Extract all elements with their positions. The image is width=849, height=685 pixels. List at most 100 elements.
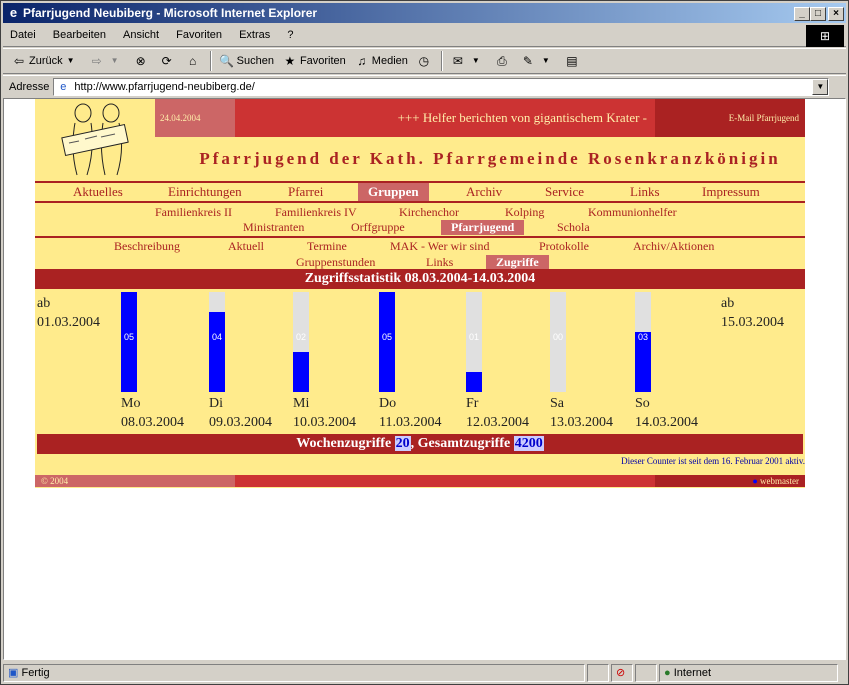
home-button[interactable]: ⌂ bbox=[181, 50, 207, 72]
menu-help[interactable]: ? bbox=[280, 25, 300, 41]
media-button[interactable]: ♫ Medien bbox=[350, 50, 412, 72]
day-date: 11.03.2004 bbox=[379, 415, 442, 430]
menu-favoriten[interactable]: Favoriten bbox=[169, 25, 229, 41]
document-icon: ▤ bbox=[566, 54, 578, 68]
address-input[interactable]: e http://www.pfarrjugend-neubiberg.de/ ▼ bbox=[53, 77, 830, 96]
nav-archiv[interactable]: Archiv bbox=[466, 183, 502, 201]
nav-familienkreis-ii[interactable]: Familienkreis II bbox=[155, 205, 232, 220]
nav-termine[interactable]: Termine bbox=[307, 239, 347, 254]
status-cell bbox=[635, 664, 657, 682]
copyright: © 2004 bbox=[35, 475, 235, 487]
menu-ansicht[interactable]: Ansicht bbox=[116, 25, 166, 41]
stats-title: Zugriffsstatistik 08.03.2004-14.03.2004 bbox=[35, 269, 805, 289]
bar-value-label: 05 bbox=[381, 332, 392, 342]
menu-bar: Datei Bearbeiten Ansicht Favoriten Extra… bbox=[3, 25, 846, 47]
page-viewport: 24.04.2004 +++ Helfer berichten von giga… bbox=[3, 98, 846, 660]
day-date: 08.03.2004 bbox=[121, 415, 184, 430]
nav-gruppenstunden[interactable]: Gruppenstunden bbox=[296, 255, 375, 270]
bar-fr: 01 bbox=[466, 292, 482, 392]
toolbar-separator bbox=[440, 51, 443, 71]
refresh-button[interactable]: ⟳ bbox=[155, 50, 181, 72]
day-date: 14.03.2004 bbox=[635, 415, 698, 430]
history-button[interactable]: ◷ bbox=[412, 50, 438, 72]
nav-einrichtungen[interactable]: Einrichtungen bbox=[168, 183, 242, 201]
logo-image bbox=[61, 103, 129, 176]
nav-ministranten[interactable]: Ministranten bbox=[243, 220, 304, 235]
forward-arrow-icon: ⇨ bbox=[91, 54, 102, 68]
nav-protokolle[interactable]: Protokolle bbox=[539, 239, 589, 254]
email-link[interactable]: E-Mail Pfarrjugend bbox=[655, 99, 805, 137]
day-date: 13.03.2004 bbox=[550, 415, 613, 430]
nav-links[interactable]: Links bbox=[630, 183, 660, 201]
day-label: Sa 13.03.2004 bbox=[550, 394, 613, 432]
weekday: Sa bbox=[550, 396, 564, 411]
nav-gruppen[interactable]: Gruppen bbox=[358, 183, 429, 201]
nav-aktuelles[interactable]: Aktuelles bbox=[73, 183, 123, 201]
minimize-button[interactable]: _ bbox=[794, 7, 810, 21]
toolbar: ⇦ Zurück ▼ ⇨ ▼ ⊗ ⟳ ⌂ 🔍 Suchen ★ Favoriten ♫ Me… bbox=[3, 48, 846, 74]
bar-fill bbox=[466, 372, 482, 392]
home-icon: ⌂ bbox=[189, 54, 197, 68]
mail-icon: ✉ bbox=[452, 54, 463, 68]
day-label: Do 11.03.2004 bbox=[379, 394, 441, 432]
favorites-button[interactable]: ★ Favoriten bbox=[278, 50, 350, 72]
window-title: Pfarrjugend Neubiberg - Microsoft Intern… bbox=[23, 6, 318, 20]
day-label: Di 09.03.2004 bbox=[209, 394, 272, 432]
forward-button[interactable]: ⇨ ▼ bbox=[85, 50, 129, 72]
nav-kolping[interactable]: Kolping bbox=[505, 205, 544, 220]
footer-bar bbox=[235, 475, 655, 487]
stop-button[interactable]: ⊗ bbox=[129, 50, 155, 72]
day-date: 09.03.2004 bbox=[209, 415, 272, 430]
news-ticker[interactable]: +++ Helfer berichten von gigantischem Kr… bbox=[235, 99, 655, 137]
mail-button[interactable]: ✉ ▼ bbox=[446, 50, 490, 72]
dropdown-icon: ▼ bbox=[471, 56, 480, 65]
nav-service[interactable]: Service bbox=[545, 183, 584, 201]
access-summary: Wochenzugriffe 20, Gesamtzugriffe 4200 bbox=[37, 434, 803, 454]
bar-di: 04 bbox=[209, 292, 225, 392]
address-dropdown-button[interactable]: ▼ bbox=[812, 78, 829, 95]
search-button[interactable]: 🔍 Suchen bbox=[215, 50, 278, 72]
main-navigation: Aktuelles Einrichtungen Pfarrei Gruppen … bbox=[35, 183, 805, 201]
dropdown-icon: ▼ bbox=[541, 56, 550, 65]
nav-orffgruppe[interactable]: Orffgruppe bbox=[351, 220, 405, 235]
nav-kommunionhelfer[interactable]: Kommunionhelfer bbox=[588, 205, 677, 220]
print-button[interactable]: ⎙ bbox=[490, 50, 516, 72]
weekday: Do bbox=[379, 396, 397, 411]
nav-zugriffe[interactable]: Zugriffe bbox=[486, 255, 549, 270]
menu-datei[interactable]: Datei bbox=[3, 25, 43, 41]
nav-pfarrjugend[interactable]: Pfarrjugend bbox=[441, 220, 525, 235]
bar-fill bbox=[121, 292, 137, 392]
nav-familienkreis-iv[interactable]: Familienkreis IV bbox=[275, 205, 357, 220]
back-button[interactable]: ⇦ Zurück ▼ bbox=[7, 50, 85, 72]
nav-pfarrei[interactable]: Pfarrei bbox=[288, 183, 323, 201]
site-title: Pfarrjugend der Kath. Pfarrgemeinde Rose… bbox=[199, 149, 781, 168]
nav-links-sub[interactable]: Links bbox=[426, 255, 453, 270]
close-button[interactable]: × bbox=[828, 7, 844, 21]
webmaster-link[interactable]: ● webmaster bbox=[655, 475, 805, 487]
refresh-icon: ⟳ bbox=[161, 54, 172, 68]
nav-beschreibung[interactable]: Beschreibung bbox=[114, 239, 180, 254]
menu-bearbeiten[interactable]: Bearbeiten bbox=[46, 25, 113, 41]
title-bar: e Pfarrjugend Neubiberg - Microsoft Inte… bbox=[3, 3, 846, 23]
weekday: Fr bbox=[466, 396, 479, 411]
nav-aktuell[interactable]: Aktuell bbox=[228, 239, 264, 254]
nav-archiv-aktionen[interactable]: Archiv/Aktionen bbox=[633, 239, 714, 254]
discuss-button[interactable]: ▤ bbox=[560, 50, 586, 72]
current-date: 24.04.2004 bbox=[155, 99, 235, 137]
nav-mak[interactable]: MAK - Wer wir sind bbox=[390, 239, 489, 254]
divider bbox=[35, 236, 805, 238]
windows-logo-icon: ⊞ bbox=[806, 25, 844, 47]
print-icon: ⎙ bbox=[497, 54, 507, 68]
nav-kirchenchor[interactable]: Kirchenchor bbox=[399, 205, 459, 220]
nav-schola[interactable]: Schola bbox=[557, 220, 590, 235]
maximize-button[interactable]: □ bbox=[810, 7, 826, 21]
menu-extras[interactable]: Extras bbox=[232, 25, 277, 41]
divider bbox=[35, 201, 805, 203]
stop-icon: ⊗ bbox=[135, 54, 146, 68]
favorites-icon: ★ bbox=[284, 54, 296, 68]
start-label: ab 01.03.2004 bbox=[37, 296, 100, 330]
counter-note: Dieser Counter ist seit dem 16. Februar … bbox=[621, 456, 805, 466]
edit-button[interactable]: ✎ ▼ bbox=[516, 50, 560, 72]
nav-impressum[interactable]: Impressum bbox=[702, 183, 760, 201]
status-bar: ▣ Fertig ⊘ ● Internet bbox=[3, 662, 846, 684]
